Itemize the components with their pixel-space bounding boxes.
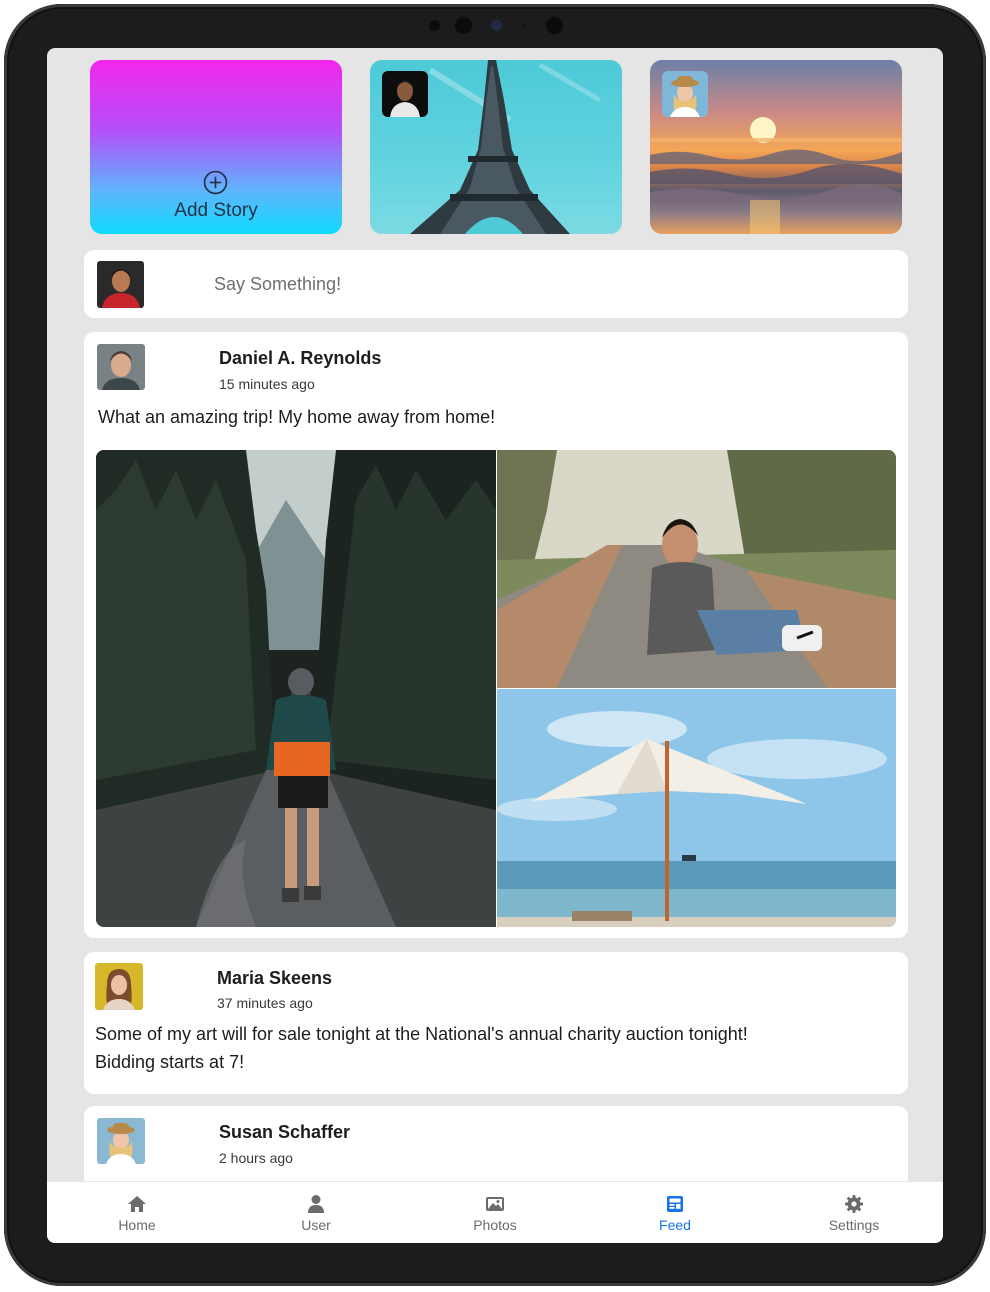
- gear-icon: [845, 1195, 863, 1213]
- camera-bar: [4, 4, 986, 48]
- tab-label: Feed: [659, 1217, 691, 1233]
- author-name[interactable]: Daniel A. Reynolds: [219, 348, 381, 369]
- add-story-label: Add Story: [174, 200, 258, 221]
- post-time: 2 hours ago: [219, 1150, 293, 1166]
- plus-circle-icon: [203, 170, 228, 195]
- sensor-dot: [428, 19, 441, 32]
- tab-home[interactable]: Home: [67, 1182, 207, 1243]
- post-card: Maria Skeens 37 minutes ago Some of my a…: [84, 952, 908, 1094]
- post-time: 15 minutes ago: [219, 376, 315, 392]
- sensor-dot: [522, 23, 527, 28]
- story-card-eiffel[interactable]: [370, 60, 622, 234]
- tab-user[interactable]: User: [246, 1182, 386, 1243]
- tab-feed[interactable]: Feed: [605, 1182, 745, 1243]
- tab-label: Photos: [473, 1217, 517, 1233]
- beach-umbrella-image: [497, 689, 896, 927]
- gallery-photo-forest-road[interactable]: [96, 450, 496, 927]
- author-avatar[interactable]: [97, 344, 145, 390]
- camera-lens: [491, 20, 502, 31]
- current-user-avatar: [97, 261, 144, 308]
- sensor-dot: [545, 16, 564, 35]
- tab-settings[interactable]: Settings: [784, 1182, 924, 1243]
- post-text: What an amazing trip! My home away from …: [98, 407, 496, 427]
- feed-icon: [667, 1196, 683, 1212]
- post-card: Daniel A. Reynolds 15 minutes ago What a…: [84, 332, 908, 938]
- add-story-card[interactable]: Add Story: [90, 60, 342, 234]
- photo-gallery: [96, 450, 896, 927]
- post-time: 37 minutes ago: [217, 995, 313, 1011]
- home-icon: [128, 1196, 146, 1212]
- post-text: Some of my art will for sale tonight at …: [95, 1024, 748, 1072]
- roadside-image: [497, 450, 896, 688]
- author-name[interactable]: Susan Schaffer: [219, 1122, 350, 1143]
- avatar-image: [382, 71, 428, 117]
- gallery-photo-roadside[interactable]: [497, 450, 896, 688]
- photos-icon: [486, 1197, 504, 1211]
- compose-box[interactable]: Say Something!: [84, 250, 908, 318]
- author-avatar[interactable]: [97, 1118, 145, 1164]
- tab-bar: Home User Photos Feed Settings: [47, 1181, 943, 1243]
- story-card-sunset[interactable]: [650, 60, 902, 234]
- forest-road-image: [96, 450, 496, 927]
- story-avatar: [662, 71, 708, 117]
- story-avatar: [382, 71, 428, 117]
- tablet-frame: Add Story Say Something! Daniel A. Reyno…: [4, 4, 986, 1286]
- tab-label: User: [301, 1217, 331, 1233]
- tab-label: Home: [118, 1217, 156, 1233]
- tab-label: Settings: [828, 1217, 880, 1233]
- avatar-image: [97, 261, 144, 308]
- avatar-image: [95, 963, 143, 1010]
- avatar-image: [97, 344, 145, 390]
- sensor-dot: [454, 16, 473, 35]
- author-avatar[interactable]: [95, 963, 143, 1010]
- avatar-image: [97, 1118, 145, 1164]
- app-screen: Add Story Say Something! Daniel A. Reyno…: [47, 48, 943, 1243]
- user-icon: [308, 1195, 324, 1213]
- avatar-image: [662, 71, 708, 117]
- compose-placeholder[interactable]: Say Something!: [214, 274, 341, 295]
- tab-photos[interactable]: Photos: [425, 1182, 565, 1243]
- author-name[interactable]: Maria Skeens: [217, 968, 332, 989]
- gallery-photo-beach[interactable]: [497, 689, 896, 927]
